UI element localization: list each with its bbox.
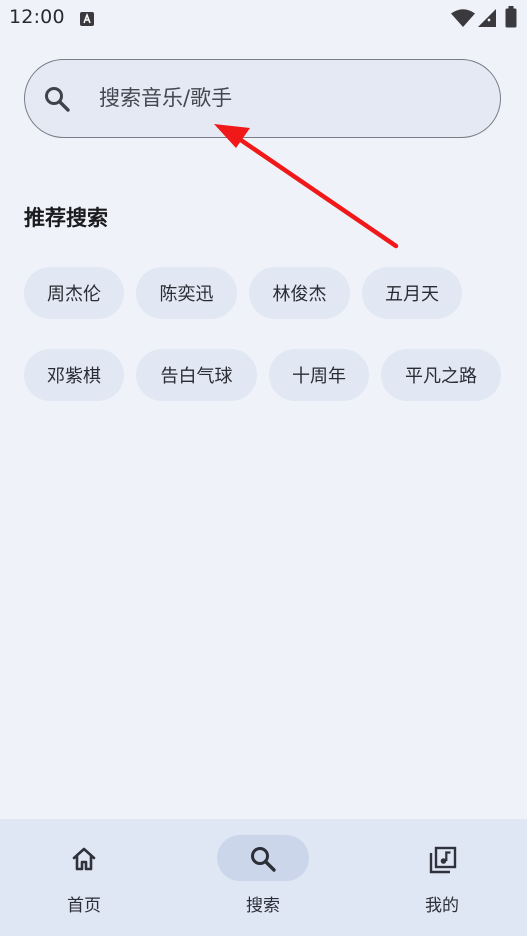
recommend-chip[interactable]: 邓紫棋 <box>24 349 124 401</box>
nav-item-home[interactable]: 首页 <box>24 819 144 936</box>
cell-signal-icon <box>478 9 496 31</box>
home-icon <box>70 845 98 877</box>
nav-label-search: 搜索 <box>246 896 280 916</box>
recommend-chip[interactable]: 十周年 <box>269 349 369 401</box>
search-icon <box>249 845 277 877</box>
music-library-icon <box>428 845 458 879</box>
status-bar: 12:00 <box>0 0 527 36</box>
nav-label-home: 首页 <box>67 896 101 916</box>
nav-item-search[interactable]: 搜索 <box>203 819 323 936</box>
search-icon <box>43 85 71 117</box>
recommend-title: 推荐搜索 <box>24 206 108 230</box>
recommend-chip[interactable]: 周杰伦 <box>24 267 124 319</box>
search-bar[interactable] <box>24 59 501 138</box>
recommend-chip[interactable]: 陈奕迅 <box>136 267 237 319</box>
a-badge-icon <box>80 11 94 30</box>
recommend-chip[interactable]: 五月天 <box>362 267 462 319</box>
wifi-icon <box>451 9 475 31</box>
battery-icon <box>505 6 517 32</box>
status-time: 12:00 <box>9 6 65 28</box>
search-input[interactable] <box>99 60 479 136</box>
nav-item-mine[interactable]: 我的 <box>382 819 502 936</box>
nav-label-mine: 我的 <box>425 896 459 916</box>
recommend-chip[interactable]: 平凡之路 <box>381 349 501 401</box>
recommend-chip[interactable]: 告白气球 <box>136 349 257 401</box>
bottom-nav: 首页 搜索 我的 <box>0 819 527 936</box>
annotation-arrow <box>214 124 399 249</box>
recommend-chip[interactable]: 林俊杰 <box>249 267 350 319</box>
